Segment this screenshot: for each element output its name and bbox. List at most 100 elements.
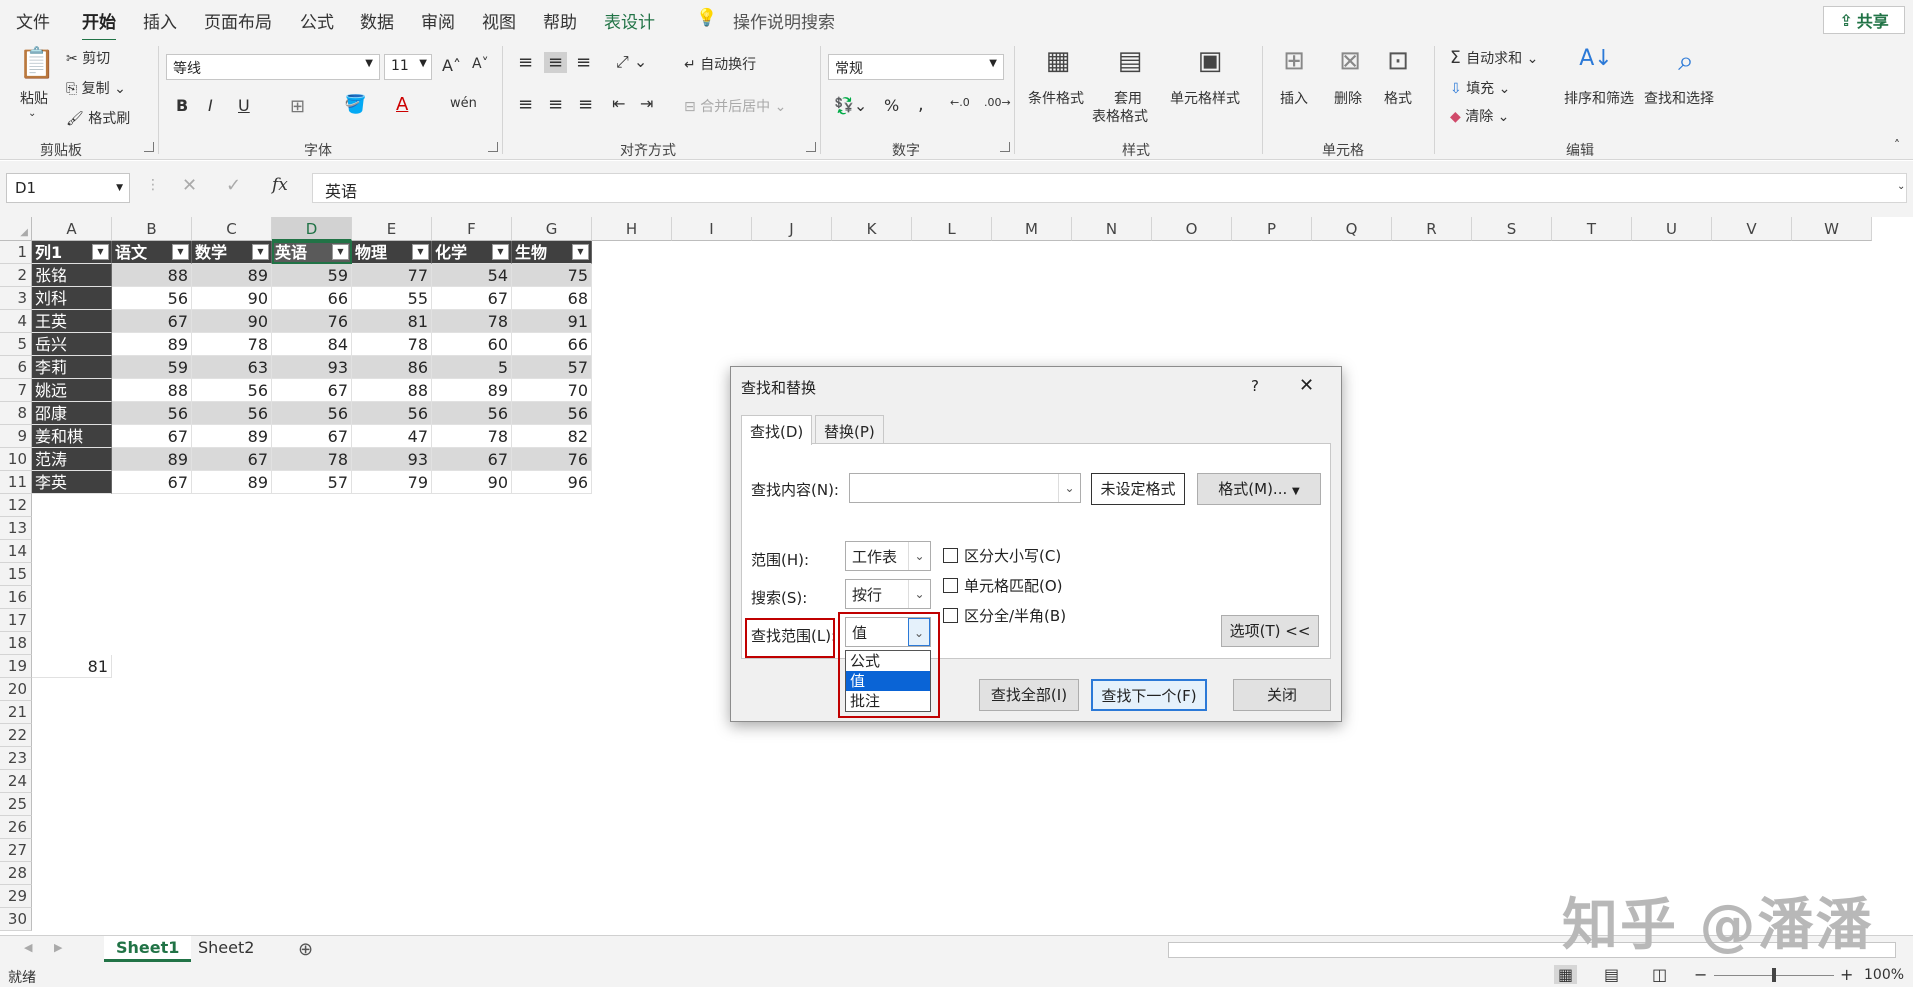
bold-button[interactable]: B xyxy=(176,96,188,115)
column-header-a[interactable]: A xyxy=(32,217,112,241)
table-cell[interactable]: 79 xyxy=(352,471,432,494)
align-left-icon[interactable]: ≡ xyxy=(518,94,533,115)
tab-insert[interactable]: 插入 xyxy=(143,8,177,33)
table-cell[interactable]: 84 xyxy=(272,333,352,356)
table-header-cell[interactable]: 列1 ▼ xyxy=(32,241,112,264)
table-cell[interactable]: 89 xyxy=(112,448,192,471)
table-cell[interactable]: 93 xyxy=(272,356,352,379)
row-header[interactable]: 1 xyxy=(0,241,32,264)
column-header-m[interactable]: M xyxy=(992,217,1072,241)
copy-button[interactable]: ⎘ 复制 ⌄ xyxy=(66,78,126,98)
conditional-format-icon[interactable]: ▦ xyxy=(1040,46,1076,76)
column-header-j[interactable]: J xyxy=(752,217,832,241)
table-cell[interactable]: 66 xyxy=(512,333,592,356)
decrease-indent-icon[interactable]: ⇤ xyxy=(612,94,625,113)
table-cell[interactable]: 88 xyxy=(112,264,192,287)
chevron-down-icon[interactable]: ⌄ xyxy=(1058,474,1080,502)
look-in-option-formulas[interactable]: 公式 xyxy=(846,651,930,671)
zoom-slider-thumb[interactable] xyxy=(1772,968,1776,982)
underline-button[interactable]: U xyxy=(238,96,250,115)
table-cell[interactable]: 67 xyxy=(112,425,192,448)
column-header-r[interactable]: R xyxy=(1392,217,1472,241)
zoom-out-icon[interactable]: − xyxy=(1694,965,1707,984)
format-as-table-button[interactable]: 套用 xyxy=(1114,88,1142,108)
align-top-icon[interactable]: ≡ xyxy=(518,52,533,73)
table-cell[interactable]: 63 xyxy=(192,356,272,379)
table-cell[interactable]: 89 xyxy=(192,471,272,494)
table-cell[interactable]: 89 xyxy=(192,425,272,448)
table-cell[interactable]: 56 xyxy=(112,402,192,425)
table-cell[interactable]: 59 xyxy=(272,264,352,287)
row-header[interactable]: 2 xyxy=(0,264,32,287)
table-cell[interactable]: 67 xyxy=(272,379,352,402)
comma-icon[interactable]: , xyxy=(918,94,924,115)
cell-styles-icon[interactable]: ▣ xyxy=(1192,46,1228,76)
table-cell[interactable]: 57 xyxy=(512,356,592,379)
find-all-button[interactable]: 查找全部(I) xyxy=(979,679,1079,711)
column-header-c[interactable]: C xyxy=(192,217,272,241)
row-name-cell[interactable]: 岳兴 xyxy=(32,333,112,356)
table-cell[interactable]: 70 xyxy=(512,379,592,402)
tab-file[interactable]: 文件 xyxy=(16,8,50,33)
formula-input[interactable]: 英语 xyxy=(312,173,1907,203)
look-in-option-values[interactable]: 值 xyxy=(846,671,930,691)
table-cell[interactable]: 5 xyxy=(432,356,512,379)
table-cell[interactable]: 88 xyxy=(352,379,432,402)
table-cell[interactable]: 67 xyxy=(432,448,512,471)
table-cell[interactable]: 67 xyxy=(112,471,192,494)
match-case-checkbox[interactable]: 区分大小写(C) xyxy=(943,545,1061,566)
look-in-option-comments[interactable]: 批注 xyxy=(846,691,930,711)
column-header-q[interactable]: Q xyxy=(1312,217,1392,241)
row-header[interactable]: 4 xyxy=(0,310,32,333)
table-cell[interactable]: 60 xyxy=(432,333,512,356)
percent-icon[interactable]: % xyxy=(884,96,899,115)
fill-button[interactable]: ⇩ 填充 ⌄ xyxy=(1450,78,1510,98)
paste-dropdown-icon[interactable]: ⌄ xyxy=(28,108,36,119)
sort-filter-button[interactable]: 排序和筛选 xyxy=(1564,88,1634,108)
table-cell[interactable]: 78 xyxy=(432,310,512,333)
close-button[interactable]: 关闭 xyxy=(1233,679,1331,711)
tell-me-search[interactable]: 操作说明搜索 xyxy=(733,8,835,33)
format-cells-button[interactable]: 格式 xyxy=(1384,88,1412,108)
table-cell[interactable]: 67 xyxy=(432,287,512,310)
page-layout-view-icon[interactable]: ▤ xyxy=(1604,965,1619,984)
close-icon[interactable]: ✕ xyxy=(1299,375,1314,396)
tab-review[interactable]: 审阅 xyxy=(421,8,455,33)
help-icon[interactable]: ? xyxy=(1251,377,1259,395)
row-header[interactable]: 18 xyxy=(0,632,32,655)
row-name-cell[interactable]: 李莉 xyxy=(32,356,112,379)
column-header-k[interactable]: K xyxy=(832,217,912,241)
table-cell[interactable]: 47 xyxy=(352,425,432,448)
expand-formula-icon[interactable]: ⌄ xyxy=(1897,181,1905,192)
table-cell[interactable]: 89 xyxy=(112,333,192,356)
table-cell[interactable]: 90 xyxy=(192,310,272,333)
row-header[interactable]: 30 xyxy=(0,908,32,931)
row-name-cell[interactable]: 王英 xyxy=(32,310,112,333)
align-bottom-icon[interactable]: ≡ xyxy=(576,52,591,73)
prev-sheet-icon[interactable]: ◀ xyxy=(24,941,32,954)
paste-button[interactable]: 粘贴 xyxy=(20,88,48,108)
name-box[interactable]: D1 ▼ xyxy=(6,173,130,203)
increase-decimal-icon[interactable]: ←.0 xyxy=(950,96,970,109)
options-button[interactable]: 选项(T) << xyxy=(1221,615,1319,647)
row-header[interactable]: 6 xyxy=(0,356,32,379)
increase-font-icon[interactable]: A˄ xyxy=(442,56,461,75)
row-header[interactable]: 10 xyxy=(0,448,32,471)
row-header[interactable]: 7 xyxy=(0,379,32,402)
currency-icon[interactable]: 💱⌄ xyxy=(834,96,867,115)
column-header-t[interactable]: T xyxy=(1552,217,1632,241)
orientation-icon[interactable]: ⤢ ⌄ xyxy=(616,52,647,72)
cell-styles-button[interactable]: 单元格样式 xyxy=(1170,88,1240,108)
table-cell[interactable]: 89 xyxy=(192,264,272,287)
row-header[interactable]: 11 xyxy=(0,471,32,494)
column-header-n[interactable]: N xyxy=(1072,217,1152,241)
delete-cells-button[interactable]: 删除 xyxy=(1334,88,1362,108)
row-header[interactable]: 3 xyxy=(0,287,32,310)
row-name-cell[interactable]: 刘科 xyxy=(32,287,112,310)
table-cell[interactable]: 90 xyxy=(192,287,272,310)
table-cell[interactable]: 66 xyxy=(272,287,352,310)
cell-a19[interactable]: 81 xyxy=(32,655,112,678)
table-cell[interactable]: 77 xyxy=(352,264,432,287)
column-header-l[interactable]: L xyxy=(912,217,992,241)
row-name-cell[interactable]: 范涛 xyxy=(32,448,112,471)
